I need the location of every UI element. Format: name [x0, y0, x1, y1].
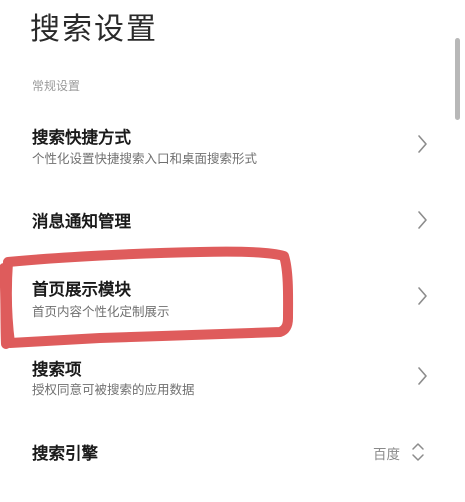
chevron-up-down-icon: [410, 440, 426, 464]
settings-item-search-shortcut[interactable]: 搜索快捷方式 个性化设置快捷搜索入口和桌面搜索形式: [0, 118, 452, 180]
search-engine-value: 百度: [373, 447, 400, 463]
chevron-right-icon: [410, 208, 434, 232]
settings-item-search-engine[interactable]: 搜索引擎 百度: [0, 434, 452, 470]
item-subtitle: 个性化设置快捷搜索入口和桌面搜索形式: [32, 151, 258, 166]
item-title: 搜索快捷方式: [32, 128, 131, 147]
item-subtitle: 授权同意可被搜索的应用数据: [32, 382, 195, 397]
page-title: 搜索设置: [30, 12, 158, 47]
settings-item-search-items[interactable]: 搜索项 授权同意可被搜索的应用数据: [0, 350, 452, 412]
item-subtitle: 首页内容个性化定制展示: [32, 304, 170, 319]
item-title: 消息通知管理: [32, 212, 131, 231]
chevron-right-icon: [410, 284, 434, 308]
section-label-general: 常规设置: [32, 79, 81, 93]
search-settings-page: 搜索设置 常规设置 搜索快捷方式 个性化设置快捷搜索入口和桌面搜索形式 消息通知…: [0, 0, 465, 502]
settings-item-homepage-modules[interactable]: 首页展示模块 首页内容个性化定制展示: [0, 270, 452, 332]
settings-item-notification-management[interactable]: 消息通知管理: [0, 200, 452, 240]
item-title: 搜索项: [32, 360, 82, 379]
item-title: 首页展示模块: [32, 280, 131, 299]
chevron-right-icon: [410, 132, 434, 156]
item-title: 搜索引擎: [32, 444, 98, 463]
scrollbar-thumb[interactable]: [455, 38, 460, 120]
highlight-annotation: [0, 246, 294, 349]
chevron-right-icon: [410, 364, 434, 388]
